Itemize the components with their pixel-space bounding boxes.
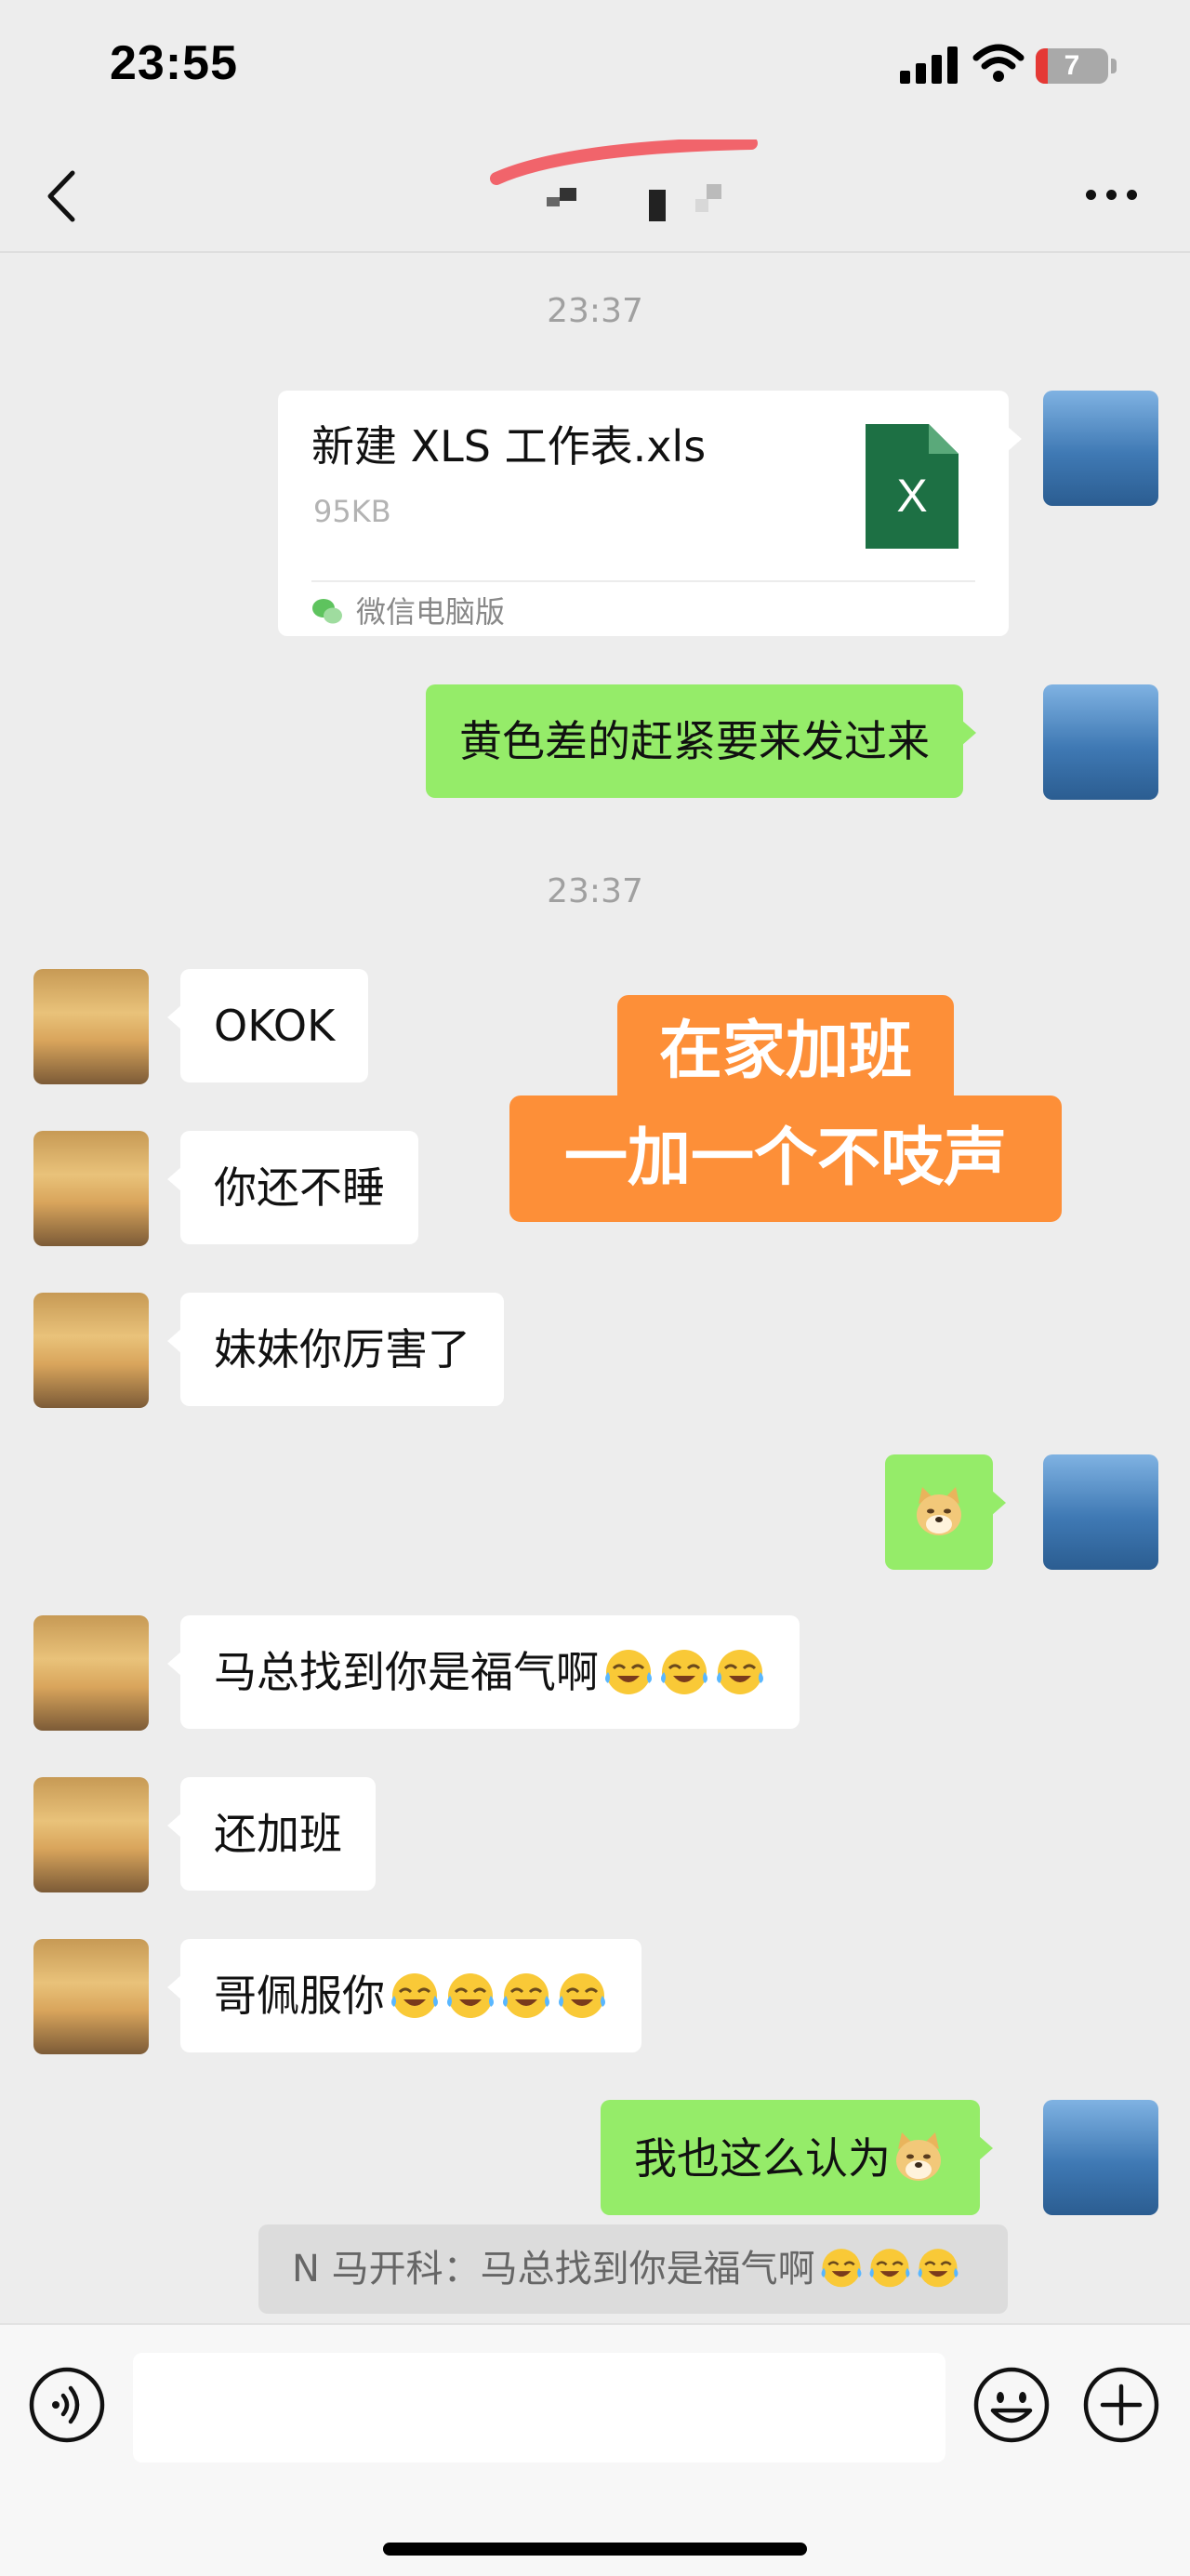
my-avatar[interactable] [1043,2100,1158,2215]
laughing-tears-emoji-icon [503,1973,549,2018]
contact-avatar[interactable] [33,1615,149,1731]
doge-emoji-icon [896,2132,941,2181]
more-options-icon[interactable] [1078,171,1145,218]
contact-avatar[interactable] [33,1777,149,1892]
wifi-icon [972,44,1025,82]
laughing-tears-emoji-icon [447,1973,494,2018]
home-indicator [383,2543,807,2556]
received-message[interactable]: OKOK [166,969,369,1082]
chat-header [0,139,1190,253]
file-icon-letter: X [896,470,927,522]
sent-message[interactable]: 黄色差的赶紧要来发过来 [426,684,976,798]
file-card-divider [311,580,975,582]
wechat-logo-icon [312,599,342,624]
message-text-input[interactable] [133,2353,945,2463]
received-message[interactable]: 你还不睡 [167,1131,418,1244]
laughing-tears-emoji-icon [605,1650,652,1694]
message-text: 哥佩服你 [214,1971,385,2021]
my-avatar[interactable] [1043,1454,1158,1570]
contact-avatar[interactable] [33,1939,149,2054]
back-chevron-icon[interactable] [37,164,84,229]
quote-text: N 马开科：马总找到你是福气啊 [292,2248,815,2291]
laughing-tears-emoji-icon [391,1973,438,2018]
received-message[interactable]: 哥佩服你 [167,1939,641,2052]
sent-sticker-message[interactable] [885,1454,1006,1570]
status-time: 23:55 [110,36,238,90]
add-attachment-icon[interactable] [1082,2366,1160,2444]
contact-avatar[interactable] [33,1293,149,1408]
received-message[interactable]: 妹妹你厉害了 [167,1293,504,1406]
file-source-row: 微信电脑版 [311,590,505,634]
sent-message[interactable]: 我也这么认为 [601,2100,993,2215]
contact-avatar[interactable] [33,1131,149,1246]
status-bar: 23:55 7 [0,0,1190,139]
message-input-bar [0,2323,1190,2576]
excel-file-icon: X [866,424,959,549]
overlay-caption-line-1: 在家加班 [617,995,954,1109]
chat-timestamp: 23:37 [547,292,643,330]
cellular-signal-icon [900,45,958,84]
overlay-caption-line-2: 一加一个不吱声 [509,1095,1062,1222]
my-avatar[interactable] [1043,391,1158,506]
voice-input-icon[interactable] [28,2366,106,2444]
battery-icon: 7 [1036,48,1108,84]
file-name: 新建 XLS 工作表.xls [311,421,707,471]
redacted-contact-name [490,139,758,221]
laughing-tears-emoji-icon [821,2249,862,2288]
contact-avatar[interactable] [33,969,149,1084]
message-text: 马总找到你是福气啊 [214,1647,599,1697]
laughing-tears-emoji-icon [661,1650,707,1694]
chat-timestamp: 23:37 [547,872,643,910]
battery-level: 7 [1064,50,1080,81]
file-source-label: 微信电脑版 [356,594,506,630]
emoji-icon[interactable] [972,2366,1051,2444]
quoted-message[interactable]: N 马开科：马总找到你是福气啊 [258,2224,1008,2314]
laughing-tears-emoji-icon [869,2249,910,2288]
doge-emoji-icon [917,1487,961,1535]
received-message[interactable]: 还加班 [167,1777,376,1891]
file-size: 95KB [313,494,391,529]
laughing-tears-emoji-icon [918,2249,959,2288]
battery-nub [1111,59,1117,73]
my-avatar[interactable] [1043,684,1158,800]
laughing-tears-emoji-icon [717,1650,763,1694]
laughing-tears-emoji-icon [559,1973,605,2018]
received-message[interactable]: 马总找到你是福气啊 [167,1615,800,1729]
file-message-card[interactable]: 新建 XLS 工作表.xls 95KB X 微信电脑版 [278,391,1022,636]
message-text: 我也这么认为 [634,2133,891,2184]
